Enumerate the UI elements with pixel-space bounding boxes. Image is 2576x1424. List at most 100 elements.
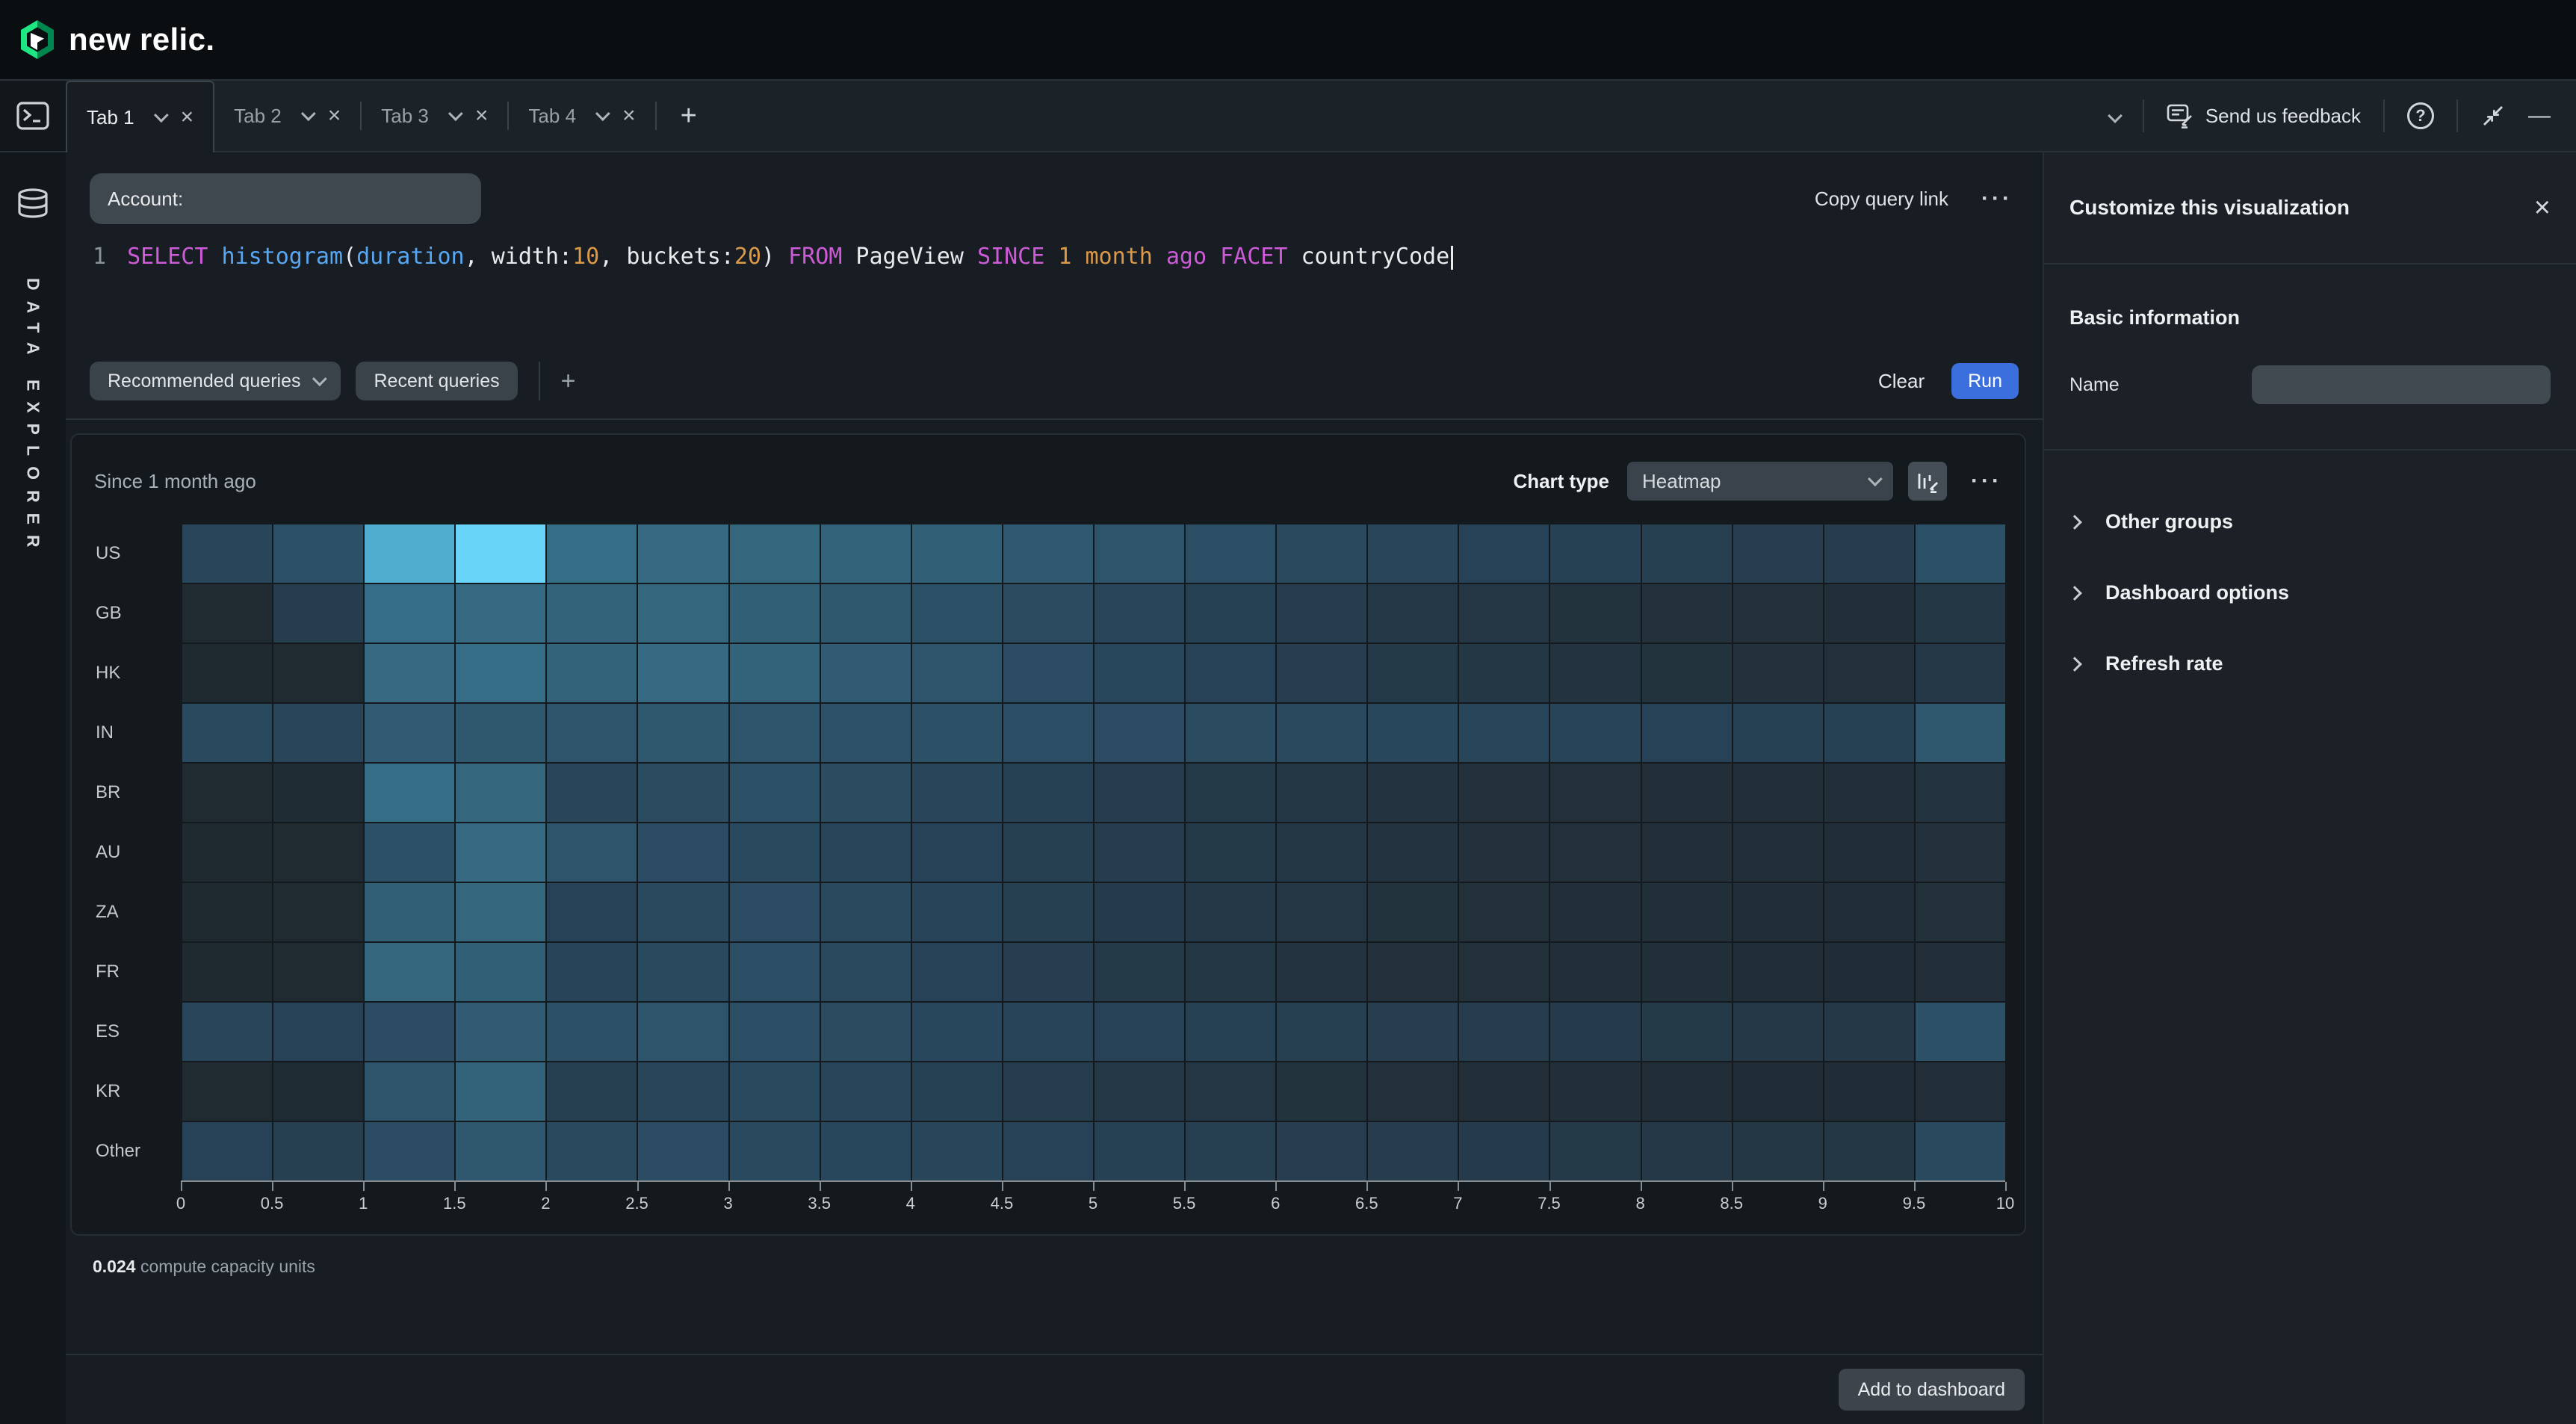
heatmap-cell[interactable] (273, 584, 363, 643)
heatmap-cell[interactable] (1733, 704, 1823, 762)
heatmap-cell[interactable] (821, 524, 911, 583)
heatmap-cell[interactable] (547, 764, 637, 822)
heatmap-cell[interactable] (456, 943, 545, 1001)
heatmap-cell[interactable] (821, 584, 911, 643)
heatmap-cell[interactable] (1824, 644, 1914, 702)
heatmap-cell[interactable] (638, 764, 728, 822)
heatmap-cell[interactable] (182, 883, 272, 941)
account-selector[interactable]: Account: (90, 173, 481, 224)
query-console-icon[interactable] (16, 101, 49, 131)
heatmap-cell[interactable] (1550, 1062, 1640, 1121)
heatmap-cell[interactable] (1003, 524, 1093, 583)
heatmap-cell[interactable] (821, 1003, 911, 1061)
heatmap-cell[interactable] (182, 823, 272, 882)
collapse-icon[interactable] (2480, 103, 2506, 129)
heatmap-cell[interactable] (1186, 883, 1275, 941)
heatmap-cell[interactable] (273, 943, 363, 1001)
heatmap-cell[interactable] (1277, 1122, 1366, 1180)
tab-tab-4[interactable]: Tab 4× (509, 81, 654, 151)
close-tab-icon[interactable]: × (328, 105, 341, 127)
heatmap-cell[interactable] (1368, 584, 1458, 643)
heatmap-cell[interactable] (730, 644, 820, 702)
copy-query-link-button[interactable]: Copy query link (1815, 188, 1948, 211)
heatmap-cell[interactable] (1916, 1003, 2005, 1061)
chevron-down-icon[interactable] (2108, 108, 2123, 123)
heatmap-cell[interactable] (1003, 1062, 1093, 1121)
heatmap-cell[interactable] (1550, 644, 1640, 702)
heatmap-cell[interactable] (1916, 764, 2005, 822)
chevron-down-icon[interactable] (595, 106, 610, 121)
close-tab-icon[interactable]: × (475, 105, 489, 127)
heatmap-cell[interactable] (1095, 644, 1184, 702)
heatmap-cell[interactable] (1186, 704, 1275, 762)
heatmap-cell[interactable] (1003, 644, 1093, 702)
heatmap-cell[interactable] (1824, 764, 1914, 822)
heatmap-cell[interactable] (1459, 1003, 1549, 1061)
heatmap-cell[interactable] (456, 524, 545, 583)
name-input[interactable] (2252, 365, 2551, 404)
heatmap-cell[interactable] (1642, 1003, 1732, 1061)
heatmap-cell[interactable] (182, 1122, 272, 1180)
heatmap-cell[interactable] (821, 1062, 911, 1121)
heatmap-cell[interactable] (365, 823, 454, 882)
heatmap-cell[interactable] (912, 1062, 1002, 1121)
heatmap-cell[interactable] (1550, 764, 1640, 822)
heatmap-cell[interactable] (1916, 1122, 2005, 1180)
heatmap-cell[interactable] (365, 644, 454, 702)
heatmap-cell[interactable] (1368, 1003, 1458, 1061)
heatmap-cell[interactable] (1733, 1062, 1823, 1121)
heatmap-cell[interactable] (1550, 704, 1640, 762)
heatmap-cell[interactable] (1186, 584, 1275, 643)
heatmap-cell[interactable] (1642, 584, 1732, 643)
heatmap-cell[interactable] (730, 823, 820, 882)
heatmap-cell[interactable] (1733, 764, 1823, 822)
heatmap-cell[interactable] (1824, 823, 1914, 882)
heatmap-cell[interactable] (912, 883, 1002, 941)
heatmap-cell[interactable] (638, 1062, 728, 1121)
heatmap-cell[interactable] (456, 883, 545, 941)
heatmap-cell[interactable] (730, 764, 820, 822)
heatmap-cell[interactable] (273, 1062, 363, 1121)
heatmap-cell[interactable] (547, 1062, 637, 1121)
heatmap-cell[interactable] (1368, 943, 1458, 1001)
heatmap-cell[interactable] (638, 524, 728, 583)
heatmap-cell[interactable] (1095, 764, 1184, 822)
heatmap-cell[interactable] (365, 1122, 454, 1180)
heatmap-cell[interactable] (730, 1122, 820, 1180)
tab-tab-2[interactable]: Tab 2× (214, 81, 360, 151)
heatmap-cell[interactable] (1003, 1003, 1093, 1061)
heatmap-cell[interactable] (1095, 584, 1184, 643)
heatmap-cell[interactable] (1277, 1062, 1366, 1121)
heatmap-cell[interactable] (1277, 1003, 1366, 1061)
heatmap-cell[interactable] (182, 943, 272, 1001)
heatmap-cell[interactable] (1368, 704, 1458, 762)
heatmap-cell[interactable] (1459, 823, 1549, 882)
heatmap-cell[interactable] (365, 1003, 454, 1061)
heatmap-cell[interactable] (912, 704, 1002, 762)
heatmap-cell[interactable] (1642, 943, 1732, 1001)
heatmap-cell[interactable] (365, 1062, 454, 1121)
heatmap-cell[interactable] (1733, 883, 1823, 941)
heatmap-cell[interactable] (1733, 584, 1823, 643)
heatmap-cell[interactable] (1003, 584, 1093, 643)
heatmap-cell[interactable] (1550, 823, 1640, 882)
heatmap-cell[interactable] (1277, 704, 1366, 762)
heatmap-cell[interactable] (273, 1003, 363, 1061)
heatmap-cell[interactable] (1277, 584, 1366, 643)
heatmap-cell[interactable] (1459, 1122, 1549, 1180)
heatmap-cell[interactable] (821, 943, 911, 1001)
heatmap-cell[interactable] (1550, 1003, 1640, 1061)
heatmap-cell[interactable] (730, 524, 820, 583)
heatmap-cell[interactable] (638, 644, 728, 702)
heatmap-cell[interactable] (1642, 1122, 1732, 1180)
heatmap-cell[interactable] (1095, 1062, 1184, 1121)
heatmap-cell[interactable] (456, 584, 545, 643)
heatmap-cell[interactable] (1186, 1062, 1275, 1121)
heatmap-cell[interactable] (912, 823, 1002, 882)
heatmap-cell[interactable] (638, 943, 728, 1001)
heatmap-cell[interactable] (1916, 584, 2005, 643)
heatmap-cell[interactable] (1459, 943, 1549, 1001)
heatmap-cell[interactable] (456, 1062, 545, 1121)
heatmap-cell[interactable] (1186, 943, 1275, 1001)
heatmap-cell[interactable] (1003, 883, 1093, 941)
